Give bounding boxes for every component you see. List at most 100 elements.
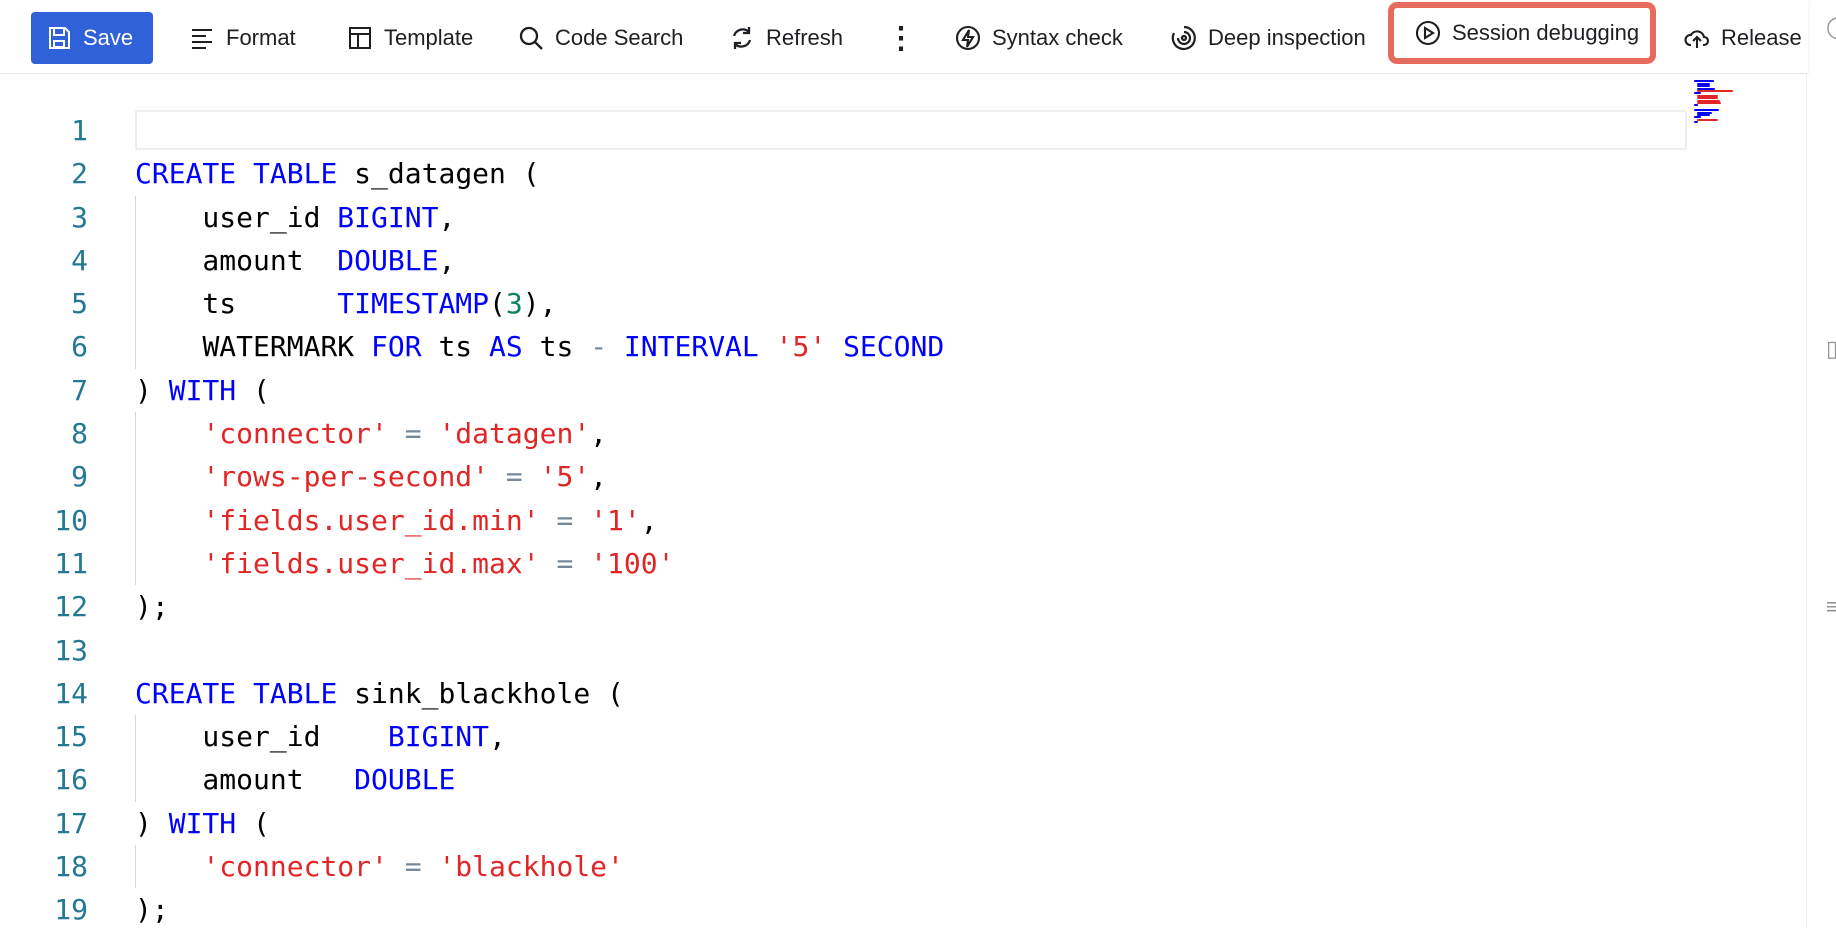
line-number: 6 (71, 330, 88, 364)
code-token: '5' (539, 460, 591, 494)
code-line[interactable] (135, 109, 1685, 152)
minimap-line (1697, 97, 1718, 100)
inspection-icon (1171, 25, 1196, 51)
code-line[interactable]: CREATE TABLE s_datagen ( (135, 152, 1685, 195)
code-line[interactable]: ) WITH ( (135, 369, 1685, 412)
code-token: CREATE (135, 157, 237, 191)
code-editor[interactable]: 1 2 3 4 5 6 7 8 9 10 11 12 13 14 15 16 1… (0, 74, 1808, 928)
code-search-button[interactable]: Code Search (517, 12, 683, 64)
line-number: 12 (54, 590, 88, 624)
deep-inspection-button[interactable]: Deep inspection (1170, 12, 1366, 64)
code-token: ) (135, 373, 169, 407)
release-button[interactable]: Release (1683, 12, 1802, 64)
upload-cloud-icon (1684, 30, 1710, 48)
minimap-line (1697, 90, 1734, 92)
code-line[interactable]: 'fields.user_id.min' = '1', (135, 498, 1685, 542)
code-token: ); (135, 590, 169, 624)
code-token: WITH (168, 373, 237, 407)
minimap-line (1694, 104, 1698, 107)
code-line[interactable]: ); (135, 888, 1685, 928)
code-token: , (590, 460, 608, 494)
code-token: '5' (775, 330, 827, 364)
line-number: 17 (54, 806, 88, 840)
line-number: 8 (71, 417, 88, 451)
code-line[interactable]: amount DOUBLE (135, 758, 1685, 802)
code-line[interactable]: WATERMARK FOR ts AS ts - INTERVAL '5' SE… (135, 325, 1685, 369)
code-line[interactable]: 'fields.user_id.max' = '100' (135, 541, 1685, 586)
code-token: FOR (371, 330, 422, 364)
minimap-line (1697, 85, 1710, 88)
indent-guide (135, 195, 136, 239)
vertical-scrollbar[interactable] (1806, 74, 1836, 928)
more-vertical-icon: ⋮ (886, 21, 916, 55)
code-line[interactable]: 'rows-per-second' = '5', (135, 455, 1685, 499)
code-token: 'blackhole' (438, 850, 624, 884)
template-button[interactable]: Template (346, 12, 473, 64)
code-line[interactable] (135, 629, 1685, 672)
code-token: ts (135, 287, 338, 321)
line-number: 3 (71, 200, 88, 234)
release-button-label: Release (1721, 25, 1802, 50)
format-button-label: Format (226, 25, 296, 50)
line-number: 4 (71, 243, 88, 277)
code-token: CREATE (135, 676, 237, 710)
code-token: , (438, 200, 456, 234)
code-line[interactable]: ts TIMESTAMP(3), (135, 282, 1685, 326)
code-token: sink_blackhole ( (337, 676, 624, 710)
code-line[interactable]: amount DOUBLE, (135, 238, 1685, 283)
code-content[interactable]: CREATE TABLE s_datagen ( user_id BIGINT,… (135, 109, 1685, 928)
code-token: 'fields.user_id.min' (202, 503, 540, 537)
code-line[interactable]: 'connector' = 'blackhole' (135, 845, 1685, 889)
code-token: = (404, 850, 422, 884)
indent-guide (135, 238, 136, 283)
code-line[interactable]: user_id BIGINT, (135, 715, 1685, 759)
code-token: WATERMARK (202, 330, 355, 364)
code-token: , (640, 503, 658, 537)
code-line[interactable]: ) WITH ( (135, 802, 1685, 845)
code-token: ), (522, 287, 557, 321)
code-token: AS (489, 330, 523, 364)
template-icon (349, 27, 371, 49)
indent-guide (135, 845, 136, 889)
right-panel-icon[interactable]: ◯ (1826, 14, 1836, 40)
refresh-button[interactable]: Refresh (728, 12, 843, 64)
format-button[interactable]: Format (188, 12, 296, 64)
code-token: BIGINT (337, 200, 439, 234)
code-token: SECOND (843, 330, 945, 364)
line-number-gutter: 1 2 3 4 5 6 7 8 9 10 11 12 13 14 15 16 1… (0, 109, 98, 928)
code-token: ( (236, 373, 270, 407)
syntax-check-button[interactable]: Syntax check (954, 12, 1123, 64)
code-token: amount (135, 763, 355, 797)
code-line[interactable]: ); (135, 585, 1685, 628)
more-menu-button[interactable]: ⋮ (886, 12, 916, 64)
code-token: 'connector' (202, 850, 388, 884)
line-number: 11 (54, 546, 88, 580)
code-token: = (556, 546, 574, 580)
right-panel-icon[interactable]: ≡ (1826, 594, 1836, 620)
code-token: amount (135, 243, 338, 277)
code-line[interactable]: 'connector' = 'datagen', (135, 412, 1685, 456)
minimap-line (1697, 102, 1721, 104)
right-panel-icon[interactable]: ▯ (1826, 336, 1836, 362)
code-line[interactable]: user_id BIGINT, (135, 195, 1685, 239)
session-debugging-button[interactable]: Session debugging (1388, 2, 1656, 64)
line-number: 15 (54, 720, 88, 754)
editor-minimap[interactable] (1686, 74, 1806, 126)
search-icon (519, 26, 543, 50)
line-number: 16 (54, 763, 88, 797)
line-number: 10 (54, 503, 88, 537)
code-token: = (556, 503, 574, 537)
code-token: '100' (590, 546, 675, 580)
save-button[interactable]: Save (31, 12, 153, 64)
code-line[interactable]: CREATE TABLE sink_blackhole ( (135, 672, 1685, 715)
